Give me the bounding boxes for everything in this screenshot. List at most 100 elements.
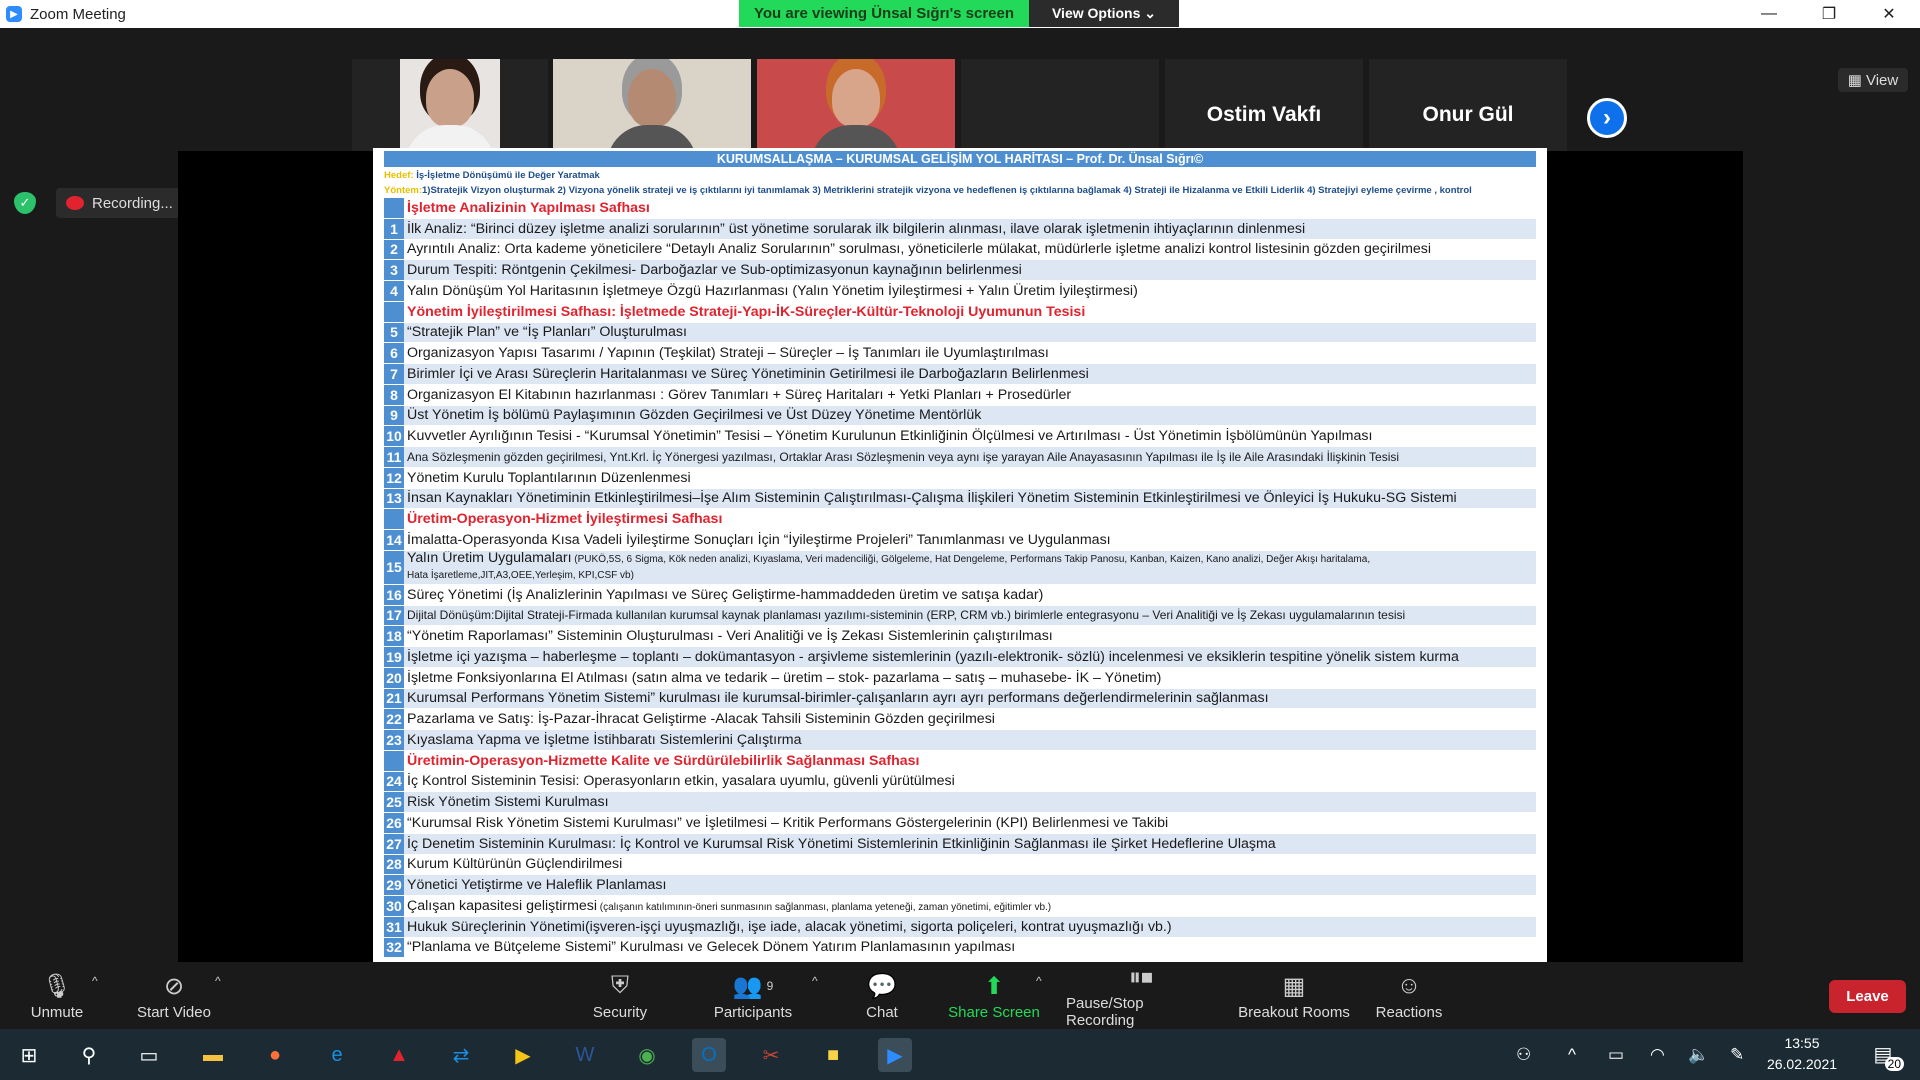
row-number: 16 [384,584,404,605]
chat-button[interactable]: 💬 Chat [862,962,902,1029]
wifi-icon[interactable]: ◠ [1650,1045,1665,1065]
reactions-button[interactable]: ☺ Reactions [1374,962,1444,1029]
roadmap-row: 32 “Planlama ve Bütçeleme Sistemi” Kurulm… [384,937,1536,959]
viewing-banner-text: You are viewing Ünsal Sığrı's screen [739,0,1029,27]
row-number: 14 [384,530,404,550]
row-text: İşletme içi yazışma – haberleşme – topla… [404,649,1536,665]
media-player-icon[interactable]: ▶ [506,1038,540,1072]
window-title: Zoom Meeting [30,5,126,23]
row-main-text: İlk Analiz: “Birinci düzey işletme anali… [407,220,1306,237]
search-icon[interactable]: ⚲ [72,1038,106,1072]
share-options-caret-icon[interactable]: ^ [1036,974,1042,988]
audio-options-caret-icon[interactable]: ^ [92,974,98,988]
row-main-text: Pazarlama ve Satış: İş-Pazar-İhracat Gel… [407,711,995,728]
row-main-text: Yalın Dönüşüm Yol Haritasının İşletmeye … [407,282,1138,299]
video-off-icon: ⊘ [163,972,185,1000]
recording-indicator: Recording... [56,188,183,218]
tray-chevron-icon[interactable]: ^ [1568,1045,1576,1065]
row-number [384,750,404,771]
restore-button[interactable]: ❐ [1806,0,1852,28]
clock-date: 26.02.2021 [1766,1056,1838,1072]
share-screen-icon: ⬆ [983,972,1005,1000]
roadmap-row: 5 “Stratejik Plan” ve “İş Planları” Oluşt… [384,322,1536,344]
row-detail-text: (çalışanın katılımının-öneri sunmasının … [597,901,1052,913]
snipping-tool-icon[interactable]: ✂ [754,1038,788,1072]
roadmap-section-header: İşletme Analizinin Yapılması Safhası [384,198,1536,219]
leave-button[interactable]: Leave [1829,980,1906,1013]
breakout-rooms-button[interactable]: ▦ Breakout Rooms [1236,962,1352,1029]
pdf-reader-icon[interactable]: ▲ [382,1038,416,1072]
participant-face [628,69,676,127]
row-text: Kurumsal Performans Yönetim Sistemi” kur… [404,690,1536,706]
volume-icon[interactable]: 🔈 [1688,1045,1709,1065]
row-text: Süreç Yönetimi (İş Analizlerinin Yapılma… [404,587,1536,603]
row-detail-text: Hata İşaretleme,JIT,A3,OEE,Yerleşim, KPI… [407,570,634,582]
file-explorer-icon[interactable]: ▬ [196,1038,230,1072]
sticky-notes-icon[interactable]: ■ [816,1038,850,1072]
row-text: İmalatta-Operasyonda Kısa Vadeli İyileşt… [404,532,1536,548]
row-number: 20 [384,667,404,688]
row-number: 18 [384,626,404,646]
row-text: Üretimin-Operasyon-Hizmette Kalite ve Sü… [404,753,1536,769]
roadmap-row: 26 “Kurumsal Risk Yönetim Sistemi Kurulma… [384,813,1536,834]
people-icon[interactable]: ⚇ [1516,1045,1531,1065]
edge-icon[interactable]: e [320,1038,354,1072]
roadmap-row: 1 İlk Analiz: “Birinci düzey işletme anal… [384,218,1536,240]
participants-caret-icon[interactable]: ^ [812,974,818,988]
outlook-icon[interactable]: O [692,1038,726,1072]
view-button[interactable]: ▦ View [1838,68,1908,92]
row-main-text: İç Kontrol Sisteminin Tesisi: Operasyonl… [407,773,955,790]
word-icon[interactable]: W [568,1038,602,1072]
task-view-icon[interactable]: ▭ [132,1038,166,1072]
row-main-text: “Stratejik Plan” ve “İş Planları” Oluştu… [407,324,687,341]
security-button[interactable]: ⛨ Security [585,962,655,1029]
pause-stop-recording-button[interactable]: ⏸⏹ Pause/Stop Recording [1066,962,1216,1030]
roadmap-row: 11 Ana Sözleşmenin gözden geçirilmesi, Yn… [384,447,1536,468]
pen-icon[interactable]: ✎ [1730,1045,1744,1065]
zoom-taskbar-icon[interactable]: ▶ [878,1038,912,1072]
meeting-toolbar: 🎙 Unmute ^ ⊘ Start Video ^ ⛨ Security 👥 9 Par… [0,962,1920,1029]
roadmap-row: 12 Yönetim Kurulu Toplantılarının Düzenle… [384,467,1536,489]
row-text: “Planlama ve Bütçeleme Sistemi” Kurulmas… [404,939,1536,955]
row-main-text: Durum Tespiti: Röntgenin Çekilmesi- Darb… [407,262,1022,279]
row-main-text: Yalın Üretim Uygulamaları [407,551,572,567]
row-number: 27 [384,833,404,854]
teamviewer-icon[interactable]: ⇄ [444,1038,478,1072]
firefox-icon[interactable]: ● [258,1038,292,1072]
row-number: 12 [384,467,404,488]
row-main-text: İşletme Fonksiyonlarına El Atılması (sat… [407,669,1162,686]
row-number: 7 [384,364,404,384]
battery-icon[interactable]: ▭ [1608,1045,1624,1065]
share-screen-button[interactable]: ⬆ Share Screen [946,962,1042,1029]
row-main-text: “Planlama ve Bütçeleme Sistemi” Kurulmas… [407,939,1016,956]
next-page-icon[interactable]: › [1587,98,1627,138]
row-text: İç Kontrol Sisteminin Tesisi: Operasyonl… [404,773,1536,789]
row-number: 22 [384,709,404,729]
minimize-button[interactable]: — [1746,0,1792,28]
start-video-button[interactable]: ⊘ Start Video [134,962,214,1029]
windows-taskbar: ⊞ ⚲ ▭ ▬ ● e ▲ ⇄ ▶ W ◉ O ✂ ■ ▶ ⚇ ^ ▭ ◠ 🔈 … [0,1029,1920,1080]
view-options-button[interactable]: View Options ⌄ [1029,0,1179,27]
roadmap-table: İşletme Analizinin Yapılması Safhası 1 İlk… [384,198,1536,959]
row-number: 26 [384,813,404,833]
participants-button[interactable]: 👥 9 Participants [708,962,798,1029]
row-text: Çalışan kapasitesi geliştirmesi (çalışan… [404,898,1536,914]
row-number: 4 [384,281,404,301]
view-label: View [1865,71,1899,89]
taskbar-clock[interactable]: 13:55 26.02.2021 [1752,1033,1852,1075]
roadmap-row: 25 Risk Yönetim Sistemi Kurulması [384,792,1536,813]
unmute-button[interactable]: 🎙 Unmute [24,962,90,1029]
notifications-icon[interactable]: ▤ 20 [1868,1039,1904,1071]
roadmap-row: 9 Üst Yönetim İş bölümü Paylaşımının Gözd… [384,405,1536,427]
encryption-shield-icon: ✓ [14,192,36,214]
row-number: 9 [384,405,404,426]
start-icon[interactable]: ⊞ [12,1038,46,1072]
chrome-icon[interactable]: ◉ [630,1038,664,1072]
breakout-rooms-label: Breakout Rooms [1238,1004,1350,1021]
row-text: Kuvvetler Ayrılığının Tesisi - “Kurumsal… [404,428,1536,444]
close-button[interactable]: ✕ [1866,0,1912,28]
slide-method: Yöntem:1)Stratejik Vizyon oluşturmak 2) … [384,184,1536,198]
roadmap-row: 29 Yönetici Yetiştirme ve Haleflik Planla… [384,875,1536,896]
video-options-caret-icon[interactable]: ^ [215,974,221,988]
row-text: “Yönetim Raporlaması” Sisteminin Oluştur… [404,628,1536,644]
